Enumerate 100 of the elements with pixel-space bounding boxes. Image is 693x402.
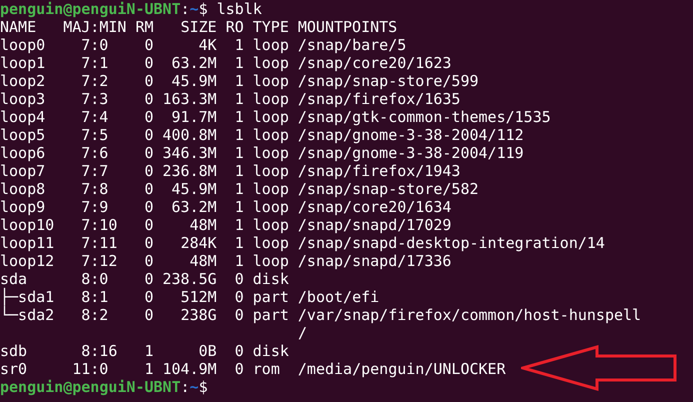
table-cell: loop <box>252 180 289 198</box>
table-cell-text: 104.9M <box>162 360 217 378</box>
table-cell-text: 1 <box>234 90 244 108</box>
prompt-path: ~ <box>190 378 199 396</box>
device-name: loop1 <box>0 54 46 72</box>
table-cell-text: 284K <box>180 234 217 252</box>
table-cell-text: 0 <box>143 90 154 108</box>
table-cell-text: 0B <box>198 342 217 360</box>
table-cell-text: 7:10 <box>80 216 118 234</box>
table-cell-text: 238.5G <box>162 270 217 288</box>
table-cell-text: 7:6 <box>80 144 110 162</box>
table-cell-text: 7:12 <box>80 252 118 270</box>
table-cell: loop <box>252 108 289 126</box>
table-cell-text: 0 <box>234 288 244 306</box>
device-name: loop3 <box>0 90 46 108</box>
table-cell-text: 63.2M <box>170 54 217 72</box>
table-cell-text: 1 <box>234 36 244 54</box>
table-cell: loop <box>252 126 289 144</box>
table-cell-text: 7:11 <box>80 234 118 252</box>
table-cell-text: 0 <box>143 108 154 126</box>
table-cell-text: 346.3M <box>162 144 217 162</box>
table-cell-text: 1 <box>234 162 244 180</box>
prompt-symbol: $ <box>198 378 208 396</box>
table-cell-text: 45.9M <box>170 72 217 90</box>
table-cell-text: 512M <box>180 288 217 306</box>
table-cell-text: 0 <box>143 234 154 252</box>
table-cell-text: 0 <box>143 162 154 180</box>
table-cell-text: 7:4 <box>80 108 110 126</box>
table-cell-text: 45.9M <box>170 180 217 198</box>
device-name: ├─sda1 <box>0 288 56 306</box>
mount-path: / <box>298 324 308 342</box>
table-cell-text: 1 <box>143 342 154 360</box>
table-cell: loop <box>252 198 289 216</box>
device-name: loop7 <box>0 162 46 180</box>
table-cell-text: 0 <box>143 252 154 270</box>
arrow-annotation-icon <box>521 345 677 391</box>
table-cell-text: 0 <box>143 198 154 216</box>
device-name: loop6 <box>0 144 46 162</box>
table-cell-text: 0 <box>143 306 154 324</box>
table-cell-text: 0 <box>143 216 154 234</box>
command-text: lsblk <box>216 0 262 18</box>
table-cell-text: 1 <box>234 234 244 252</box>
table-cell: loop <box>252 72 289 90</box>
mount-path: /snap/gnome-3-38-2004/119 <box>298 144 524 162</box>
table-cell-text: 1 <box>234 126 244 144</box>
prompt-separator: : <box>180 378 190 396</box>
table-cell: loop <box>252 54 289 72</box>
table-cell-text: 0 <box>143 270 154 288</box>
table-cell-text: 7:8 <box>80 180 110 198</box>
prompt-symbol: $ <box>198 0 208 18</box>
prompt-user-host: penguin@penguiN-UBNT <box>0 0 181 18</box>
mount-path: /snap/snap-store/599 <box>298 72 479 90</box>
table-cell-text: 48M <box>188 252 217 270</box>
mount-path: /snap/core20/1623 <box>298 54 452 72</box>
table-cell-text: 1 <box>234 54 244 72</box>
table-cell-text: 7:7 <box>80 162 110 180</box>
mount-path: /snap/snapd/17029 <box>298 216 452 234</box>
device-name: loop9 <box>0 198 46 216</box>
mount-path: /snap/gnome-3-38-2004/112 <box>298 126 524 144</box>
device-name: sr0 <box>0 360 28 378</box>
table-cell-text: 8:0 <box>80 270 110 288</box>
device-name: loop8 <box>0 180 46 198</box>
table-cell-text: 7:2 <box>80 72 110 90</box>
table-cell-text: 8:16 <box>80 342 118 360</box>
table-cell-text: 1 <box>234 198 244 216</box>
table-cell-text: 7:0 <box>80 36 110 54</box>
table-cell-text: 163.3M <box>162 90 217 108</box>
device-name: └─sda2 <box>0 306 56 324</box>
table-cell-text: 7:9 <box>80 198 110 216</box>
table-cell: loop <box>252 252 289 270</box>
table-cell-text: 8:1 <box>80 288 110 306</box>
table-cell-text: 1 <box>234 144 244 162</box>
device-name: sda <box>0 270 28 288</box>
table-cell-text: 7:5 <box>80 126 110 144</box>
column-header: TYPE <box>252 18 289 36</box>
mount-path: /snap/firefox/1943 <box>298 162 460 180</box>
table-cell-text: 0 <box>143 180 154 198</box>
prompt-user-host: penguin@penguiN-UBNT <box>0 378 181 396</box>
table-cell-text: 236.8M <box>162 162 217 180</box>
table-cell-text: 7:1 <box>80 54 110 72</box>
device-name: loop0 <box>0 36 46 54</box>
table-cell: disk <box>252 270 289 288</box>
table-cell-text: 8:2 <box>80 306 110 324</box>
table-cell-text: 0 <box>234 360 244 378</box>
table-cell-text: 0 <box>143 288 154 306</box>
table-cell-text: 0 <box>234 306 244 324</box>
column-header: SIZE <box>180 18 217 36</box>
mount-path: /snap/snapd/17336 <box>298 252 452 270</box>
table-cell-text: 400.8M <box>162 126 217 144</box>
column-header: MAJ:MIN <box>63 18 128 36</box>
mount-path: /snap/snap-store/582 <box>298 180 479 198</box>
table-cell-text: 1 <box>234 180 244 198</box>
mount-path: /snap/gtk-common-themes/1535 <box>298 108 551 126</box>
table-cell-text: 1 <box>143 360 154 378</box>
mount-path: /boot/efi <box>298 288 380 306</box>
device-name: loop4 <box>0 108 46 126</box>
mount-path: /snap/firefox/1635 <box>298 90 460 108</box>
device-name: loop5 <box>0 126 46 144</box>
table-cell-text: 0 <box>143 72 154 90</box>
device-name: loop12 <box>0 252 56 270</box>
